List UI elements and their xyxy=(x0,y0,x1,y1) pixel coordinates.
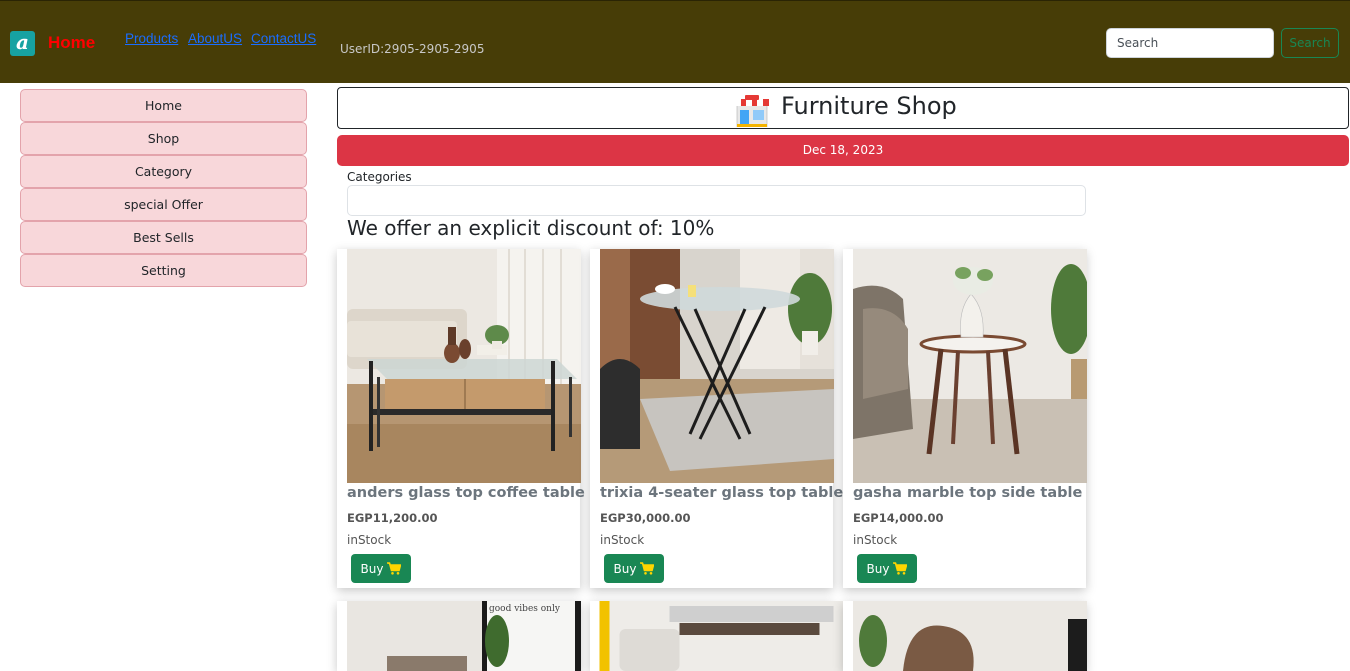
product-name[interactable]: trixia 4-seater glass top table xyxy=(600,485,843,501)
product-image-dining-table[interactable] xyxy=(600,249,834,483)
product-stock: inStock xyxy=(853,533,898,547)
search-input[interactable] xyxy=(1106,28,1274,58)
sidebar-item-setting[interactable]: Setting xyxy=(20,254,307,287)
user-id-text: UserID:2905-2905-2905 xyxy=(340,42,485,56)
categories-label: Categories xyxy=(347,170,412,184)
sidebar-item-special-offer[interactable]: special Offer xyxy=(20,188,307,221)
sidebar-item-best-sells[interactable]: Best Sells xyxy=(20,221,307,254)
categories-select[interactable] xyxy=(347,185,1086,216)
buy-button[interactable]: Buy xyxy=(351,554,411,583)
product-image[interactable]: good vibes only xyxy=(347,601,581,671)
cart-icon xyxy=(387,562,402,575)
product-price: EGP14,000.00 xyxy=(853,511,944,525)
product-card: gasha marble top side table EGP14,000.00… xyxy=(843,249,1087,588)
nav-link-products[interactable]: Products xyxy=(125,31,178,46)
buy-label: Buy xyxy=(866,561,890,576)
product-card: good vibes only xyxy=(337,601,581,671)
page-title-box: Furniture Shop xyxy=(337,87,1349,129)
product-image-coffee-table[interactable] xyxy=(347,249,581,483)
product-card: trixia 4-seater glass top table EGP30,00… xyxy=(590,249,843,588)
product-image[interactable] xyxy=(853,601,1087,671)
product-stock: inStock xyxy=(347,533,392,547)
product-card xyxy=(590,601,843,671)
brand-logo-icon[interactable]: a xyxy=(10,31,35,56)
product-image[interactable] xyxy=(590,601,843,671)
product-image-side-table[interactable] xyxy=(853,249,1087,483)
buy-label: Buy xyxy=(360,561,384,576)
product-stock: inStock xyxy=(600,533,645,547)
sidebar-menu: Home Shop Category special Offer Best Se… xyxy=(20,89,307,287)
nav-link-aboutus[interactable]: AboutUS xyxy=(188,31,242,46)
vibes-poster-text: good vibes only xyxy=(489,604,561,614)
top-navbar: a Home Products AboutUS ContactUS UserID… xyxy=(0,0,1350,83)
product-card: anders glass top coffee table EGP11,200.… xyxy=(337,249,585,588)
discount-heading: We offer an explicit discount of: 10% xyxy=(347,216,715,240)
brand-home-link[interactable]: Home xyxy=(48,33,95,53)
sidebar-item-shop[interactable]: Shop xyxy=(20,122,307,155)
buy-label: Buy xyxy=(613,561,637,576)
cart-icon xyxy=(640,562,655,575)
sidebar-item-home[interactable]: Home xyxy=(20,89,307,122)
buy-button[interactable]: Buy xyxy=(857,554,917,583)
sidebar-item-category[interactable]: Category xyxy=(20,155,307,188)
product-card xyxy=(843,601,1087,671)
nav-link-contactus[interactable]: ContactUS xyxy=(251,31,316,46)
buy-button[interactable]: Buy xyxy=(604,554,664,583)
search-button[interactable]: Search xyxy=(1281,28,1339,58)
product-price: EGP11,200.00 xyxy=(347,511,438,525)
cart-icon xyxy=(893,562,908,575)
product-name[interactable]: gasha marble top side table xyxy=(853,485,1082,501)
shop-icon xyxy=(735,95,769,127)
date-banner: Dec 18, 2023 xyxy=(337,135,1349,166)
product-name[interactable]: anders glass top coffee table xyxy=(347,485,585,501)
product-price: EGP30,000.00 xyxy=(600,511,691,525)
page-title: Furniture Shop xyxy=(781,92,957,120)
